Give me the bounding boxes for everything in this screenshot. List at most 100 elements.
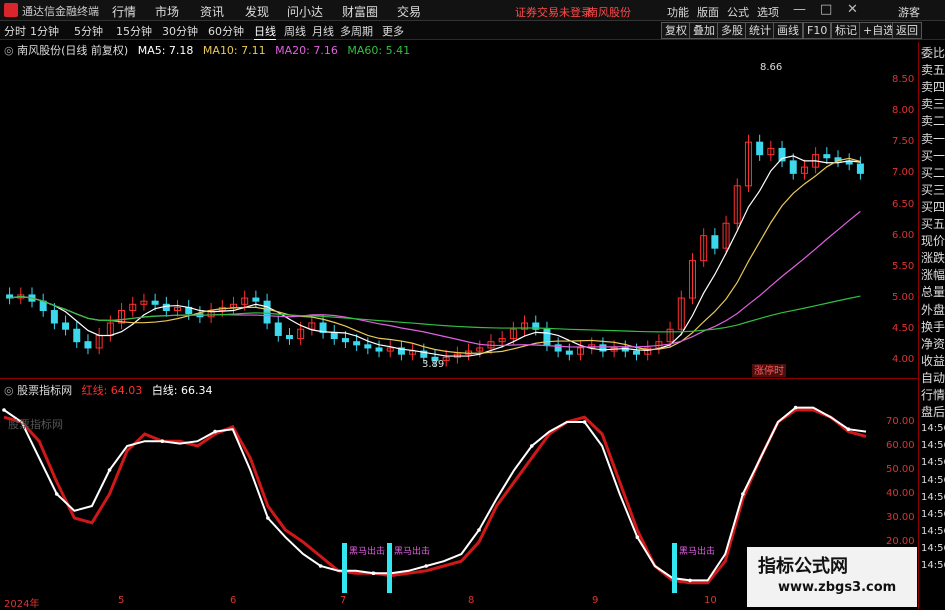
white-line-point bbox=[477, 528, 481, 532]
candle-body bbox=[341, 338, 349, 343]
white-line-point bbox=[2, 408, 6, 412]
right-quote-panel: 委比卖五卖四卖三卖二卖一买一买二买三买四买五现价涨跌涨幅总量外盘换手净资收益自动… bbox=[918, 42, 945, 609]
quote-panel-item[interactable]: 14:56 bbox=[921, 508, 945, 522]
moving-average-lines bbox=[9, 155, 861, 357]
high-price-label: 8.66 bbox=[760, 62, 782, 73]
white-line-point bbox=[635, 535, 640, 539]
quote-panel-item[interactable]: 外盘 bbox=[921, 303, 945, 317]
low-price-label: 3.89 bbox=[422, 359, 444, 370]
indicator-chart: 黑马出击 黑马出击 黑马出击 bbox=[2, 405, 867, 593]
indicator-y-tick-label: 40.00 bbox=[886, 488, 915, 499]
y-tick-label: 4.00 bbox=[892, 354, 915, 366]
quote-panel-item[interactable]: 换手 bbox=[921, 320, 945, 334]
chart-canvas[interactable]: 黑马出击 黑马出击 黑马出击 8.66 3.89 涨停时 股票指标网 bbox=[0, 0, 918, 609]
candle-body bbox=[62, 322, 70, 330]
white-line-point bbox=[107, 468, 112, 472]
quote-panel-item[interactable]: 14:56 bbox=[921, 542, 945, 556]
y-tick-label: 7.00 bbox=[892, 167, 915, 179]
quote-panel-item[interactable]: 买二 bbox=[921, 166, 945, 180]
y-tick-label: 5.00 bbox=[892, 292, 915, 304]
quote-panel-item[interactable]: 14:56 bbox=[921, 422, 945, 436]
candle-body bbox=[50, 310, 58, 324]
red-line-series bbox=[3, 408, 867, 585]
white-line-point bbox=[318, 564, 323, 568]
candle-body bbox=[375, 347, 383, 352]
white-line-point bbox=[371, 571, 376, 575]
quote-panel-item[interactable]: 卖二 bbox=[921, 114, 945, 128]
candle-body bbox=[711, 235, 719, 249]
quote-panel-item[interactable]: 行情 bbox=[921, 388, 945, 402]
y-tick-label: 7.50 bbox=[892, 136, 915, 148]
quote-panel-item[interactable]: 涨幅 bbox=[921, 268, 945, 282]
x-tick-label: 6 bbox=[230, 595, 237, 606]
quote-panel-item[interactable]: 14:56 bbox=[921, 439, 945, 453]
quote-panel-item[interactable]: 买五 bbox=[921, 217, 945, 231]
quote-panel-item[interactable]: 净资 bbox=[921, 337, 945, 351]
quote-panel-item[interactable]: 买一 bbox=[921, 149, 945, 163]
candle-body bbox=[285, 334, 293, 340]
candle-body bbox=[274, 322, 282, 336]
x-tick-label: 7 bbox=[340, 595, 347, 606]
x-tick-label: 10 bbox=[704, 595, 717, 606]
candle-body bbox=[73, 328, 81, 343]
quote-panel-item[interactable]: 卖一 bbox=[921, 132, 945, 146]
white-line-point bbox=[266, 516, 270, 520]
white-line-point bbox=[793, 405, 798, 410]
x-tick-label: 2024年 bbox=[4, 599, 40, 610]
ma20-line bbox=[9, 210, 861, 348]
candle-body bbox=[756, 141, 764, 156]
quote-panel-item[interactable]: 总量 bbox=[921, 285, 945, 299]
indicator-y-tick-label: 60.00 bbox=[886, 440, 915, 451]
quote-panel-item[interactable]: 涨跌 bbox=[921, 251, 945, 265]
y-tick-label: 5.50 bbox=[892, 260, 915, 272]
indicator-y-tick-label: 50.00 bbox=[886, 464, 915, 475]
candle-body bbox=[823, 154, 831, 159]
site-watermark-url: www.zbgs3.com bbox=[778, 580, 897, 595]
signal-label: 黑马出击 bbox=[394, 545, 430, 557]
indicator-y-tick-label: 30.00 bbox=[886, 512, 915, 523]
indicator-y-tick-label: 70.00 bbox=[886, 416, 915, 427]
ma10-line bbox=[9, 157, 861, 354]
white-line-series bbox=[3, 406, 867, 582]
white-line-point bbox=[529, 444, 534, 448]
candle-body bbox=[263, 300, 271, 324]
candle-body bbox=[330, 331, 338, 340]
quote-panel-item[interactable]: 收益 bbox=[921, 354, 945, 368]
quote-panel-item[interactable]: 委比 bbox=[921, 46, 945, 60]
white-line-point bbox=[582, 420, 587, 424]
quote-panel-item[interactable]: 卖五 bbox=[921, 63, 945, 77]
white-line-point bbox=[424, 564, 429, 568]
white-line-point bbox=[741, 492, 745, 496]
y-tick-label: 6.50 bbox=[892, 198, 915, 210]
quote-panel-item[interactable]: 买四 bbox=[921, 200, 945, 214]
candlestick-chart bbox=[6, 134, 864, 367]
ma60-line bbox=[9, 295, 861, 333]
quote-panel-item[interactable]: 14:56 bbox=[921, 559, 945, 573]
candle-body bbox=[252, 297, 260, 302]
signal-label: 黑马出击 bbox=[349, 545, 385, 557]
quote-panel-item[interactable]: 14:56 bbox=[921, 456, 945, 470]
candle-body bbox=[633, 350, 641, 355]
quote-panel-item[interactable]: 卖四 bbox=[921, 80, 945, 94]
site-watermark-title: 指标公式网 bbox=[758, 556, 848, 577]
candle-body bbox=[364, 344, 372, 349]
candle-body bbox=[84, 341, 92, 349]
quote-panel-item[interactable]: 盘后 bbox=[921, 405, 945, 419]
signal-bar bbox=[672, 543, 677, 593]
x-tick-label: 9 bbox=[592, 595, 599, 606]
quote-panel-item[interactable]: 自动 bbox=[921, 371, 945, 385]
quote-panel-item[interactable]: 14:56 bbox=[921, 491, 945, 505]
candle-body bbox=[789, 160, 797, 174]
signal-bar bbox=[387, 543, 392, 593]
quote-panel-item[interactable]: 现价 bbox=[921, 234, 945, 248]
quote-panel-item[interactable]: 14:56 bbox=[921, 525, 945, 539]
white-line-point bbox=[54, 492, 59, 496]
y-tick-label: 4.50 bbox=[892, 323, 915, 335]
signal-label: 黑马出击 bbox=[679, 545, 715, 557]
quote-panel-item[interactable]: 卖三 bbox=[921, 97, 945, 111]
y-tick-label: 8.00 bbox=[892, 105, 915, 116]
quote-panel-item[interactable]: 买三 bbox=[921, 183, 945, 197]
y-tick-label: 8.50 bbox=[892, 73, 915, 85]
quote-panel-item[interactable]: 14:56 bbox=[921, 474, 945, 488]
candle-body bbox=[151, 300, 159, 305]
